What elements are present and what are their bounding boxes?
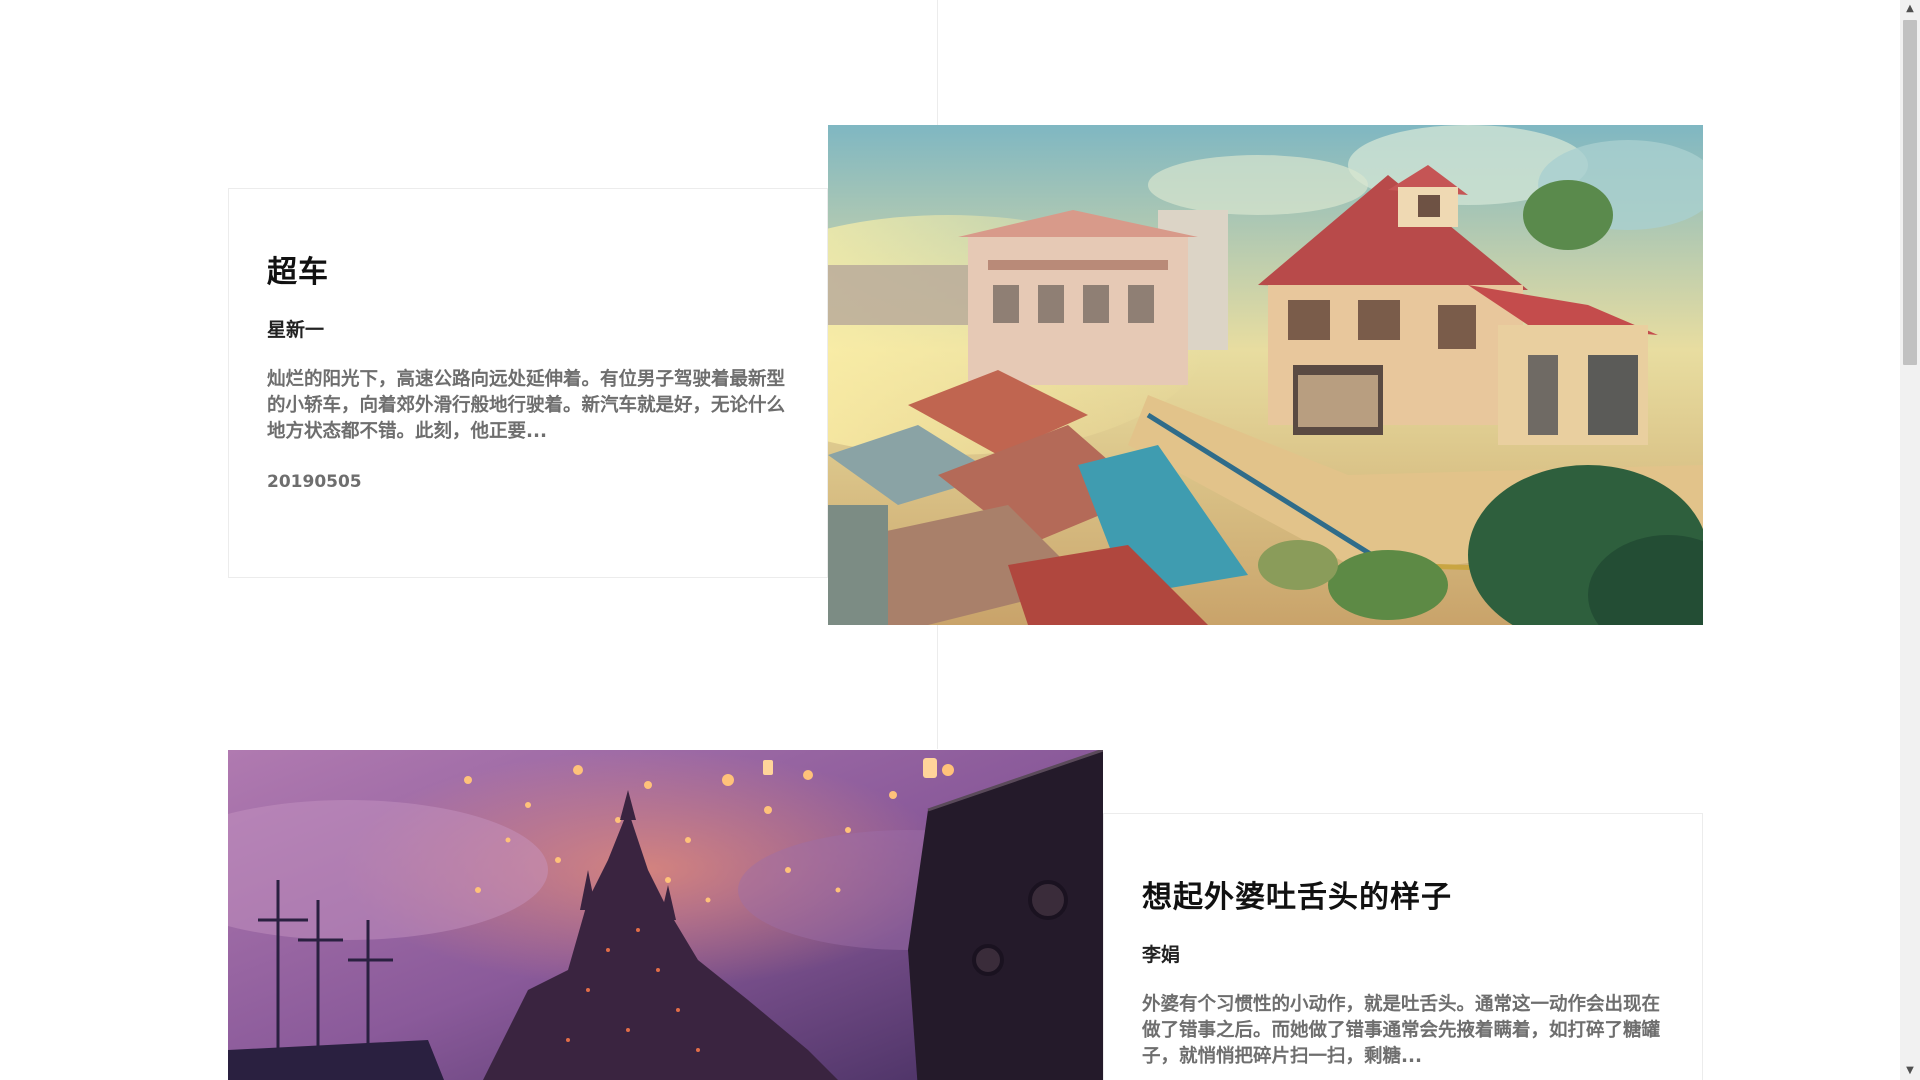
article-list-page: 超车 星新一 灿烂的阳光下，高速公路向远处延伸着。有位男子驾驶着最新型的小轿车，… bbox=[0, 0, 1920, 1080]
article-date: 20190505 bbox=[267, 472, 362, 492]
article-card[interactable]: 超车 星新一 灿烂的阳光下，高速公路向远处延伸着。有位男子驾驶着最新型的小轿车，… bbox=[228, 188, 828, 578]
article-cover-image[interactable] bbox=[228, 750, 1103, 1080]
article-title[interactable]: 想起外婆吐舌头的样子 bbox=[1142, 878, 1664, 918]
article-cover-image[interactable] bbox=[828, 125, 1703, 625]
hillside-town-illustration bbox=[828, 125, 1703, 625]
article-excerpt: 外婆有个习惯性的小动作，就是吐舌头。通常这一动作会出现在做了错事之后。而她做了错… bbox=[1142, 994, 1661, 1067]
article-card[interactable]: 想起外婆吐舌头的样子 李娟 外婆有个习惯性的小动作，就是吐舌头。通常这一动作会出… bbox=[1103, 813, 1703, 1080]
scroll-up-arrow-icon[interactable]: ▲ bbox=[1900, 0, 1920, 18]
article-excerpt: 灿烂的阳光下，高速公路向远处延伸着。有位男子驾驶着最新型的小轿车，向着郊外滑行般… bbox=[267, 369, 786, 442]
scroll-down-arrow-icon[interactable]: ▼ bbox=[1900, 1062, 1920, 1080]
article-author: 李娟 bbox=[1142, 944, 1181, 966]
vertical-scrollbar[interactable]: ▲ ▼ bbox=[1900, 0, 1920, 1080]
article-author: 星新一 bbox=[267, 319, 325, 341]
scrollbar-thumb[interactable] bbox=[1903, 20, 1917, 365]
article-title[interactable]: 超车 bbox=[267, 253, 789, 293]
lantern-castle-illustration bbox=[228, 750, 1103, 1080]
